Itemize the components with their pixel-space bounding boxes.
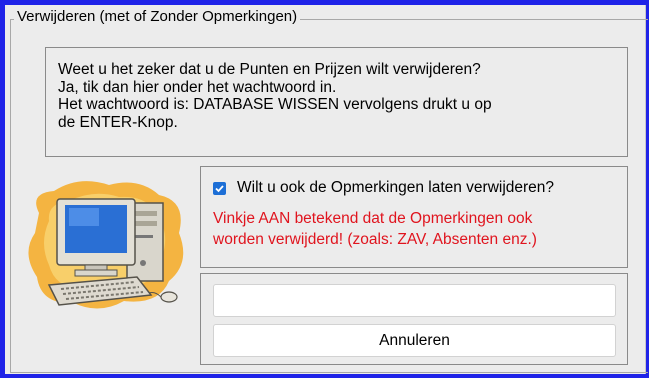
warning-line: Vinkje AAN betekend dat de Opmerkingen o…: [213, 210, 533, 227]
password-input[interactable]: [213, 284, 616, 317]
info-line: de ENTER-Knop.: [58, 113, 178, 131]
checkbox-label[interactable]: Wilt u ook de Opmerkingen laten verwijde…: [237, 179, 554, 197]
info-line: Weet u het zeker dat u de Punten en Prij…: [58, 61, 481, 78]
info-line: Het wachtwoord is: DATABASE WISSEN vervo…: [58, 96, 492, 113]
password-panel: Annuleren: [200, 273, 628, 365]
warning-line: worden verwijderd! (zoals: ZAV, Absenten…: [213, 231, 537, 248]
warning-text: Vinkje AAN betekend dat de Opmerkingen o…: [213, 208, 537, 250]
info-line: Ja, tik dan hier onder het wachtwoord in…: [58, 78, 337, 96]
options-panel: Wilt u ook de Opmerkingen laten verwijde…: [200, 166, 628, 268]
delete-remarks-checkbox[interactable]: [213, 182, 226, 195]
info-panel: Weet u het zeker dat u de Punten en Prij…: [45, 47, 628, 157]
cancel-button[interactable]: Annuleren: [213, 324, 616, 357]
group-title: Verwijderen (met of Zonder Opmerkingen): [14, 8, 301, 25]
computer-icon: [19, 173, 195, 321]
dialog-window: Verwijderen (met of Zonder Opmerkingen) …: [5, 5, 648, 374]
checkmark-icon: [215, 185, 224, 193]
